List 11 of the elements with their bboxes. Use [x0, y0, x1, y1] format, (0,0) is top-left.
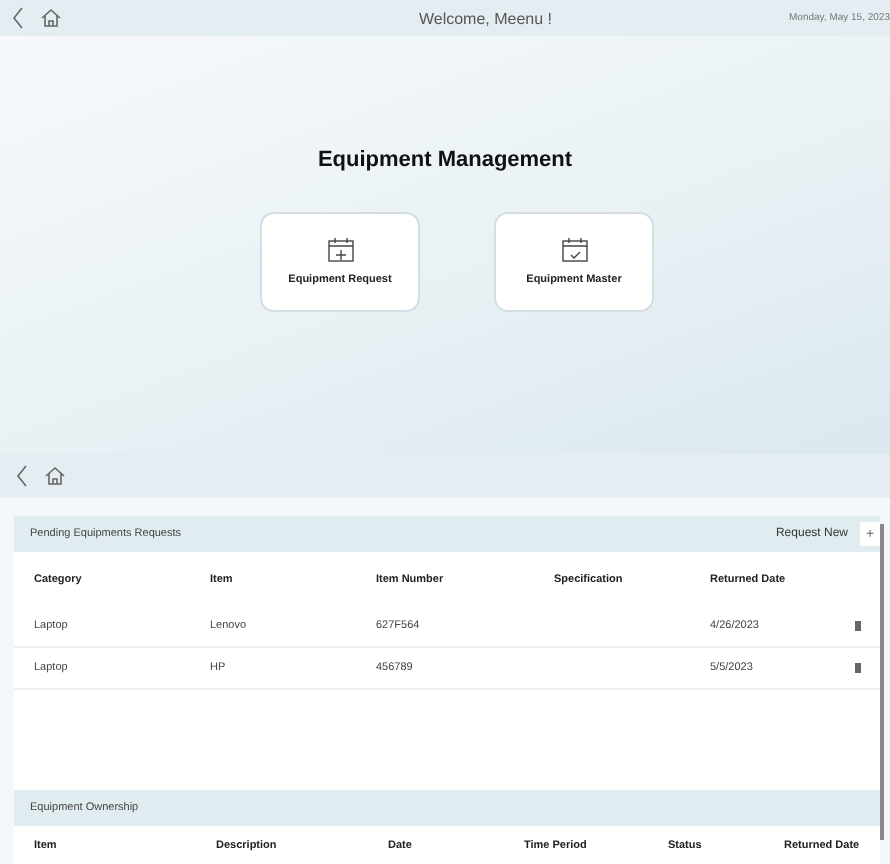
welcome-title: Welcome, Meenu ! [416, 9, 555, 27]
calendar-add-icon [327, 238, 353, 262]
trash-icon[interactable] [854, 662, 862, 674]
scrollbar[interactable] [880, 524, 884, 840]
home-icon[interactable] [40, 8, 62, 28]
home-icon[interactable] [44, 466, 66, 486]
page-title: Equipment Management [317, 148, 573, 172]
back-icon[interactable] [16, 464, 28, 488]
calendar-check-icon [561, 238, 587, 262]
back-icon[interactable] [12, 6, 24, 30]
trash-icon[interactable] [854, 620, 862, 632]
